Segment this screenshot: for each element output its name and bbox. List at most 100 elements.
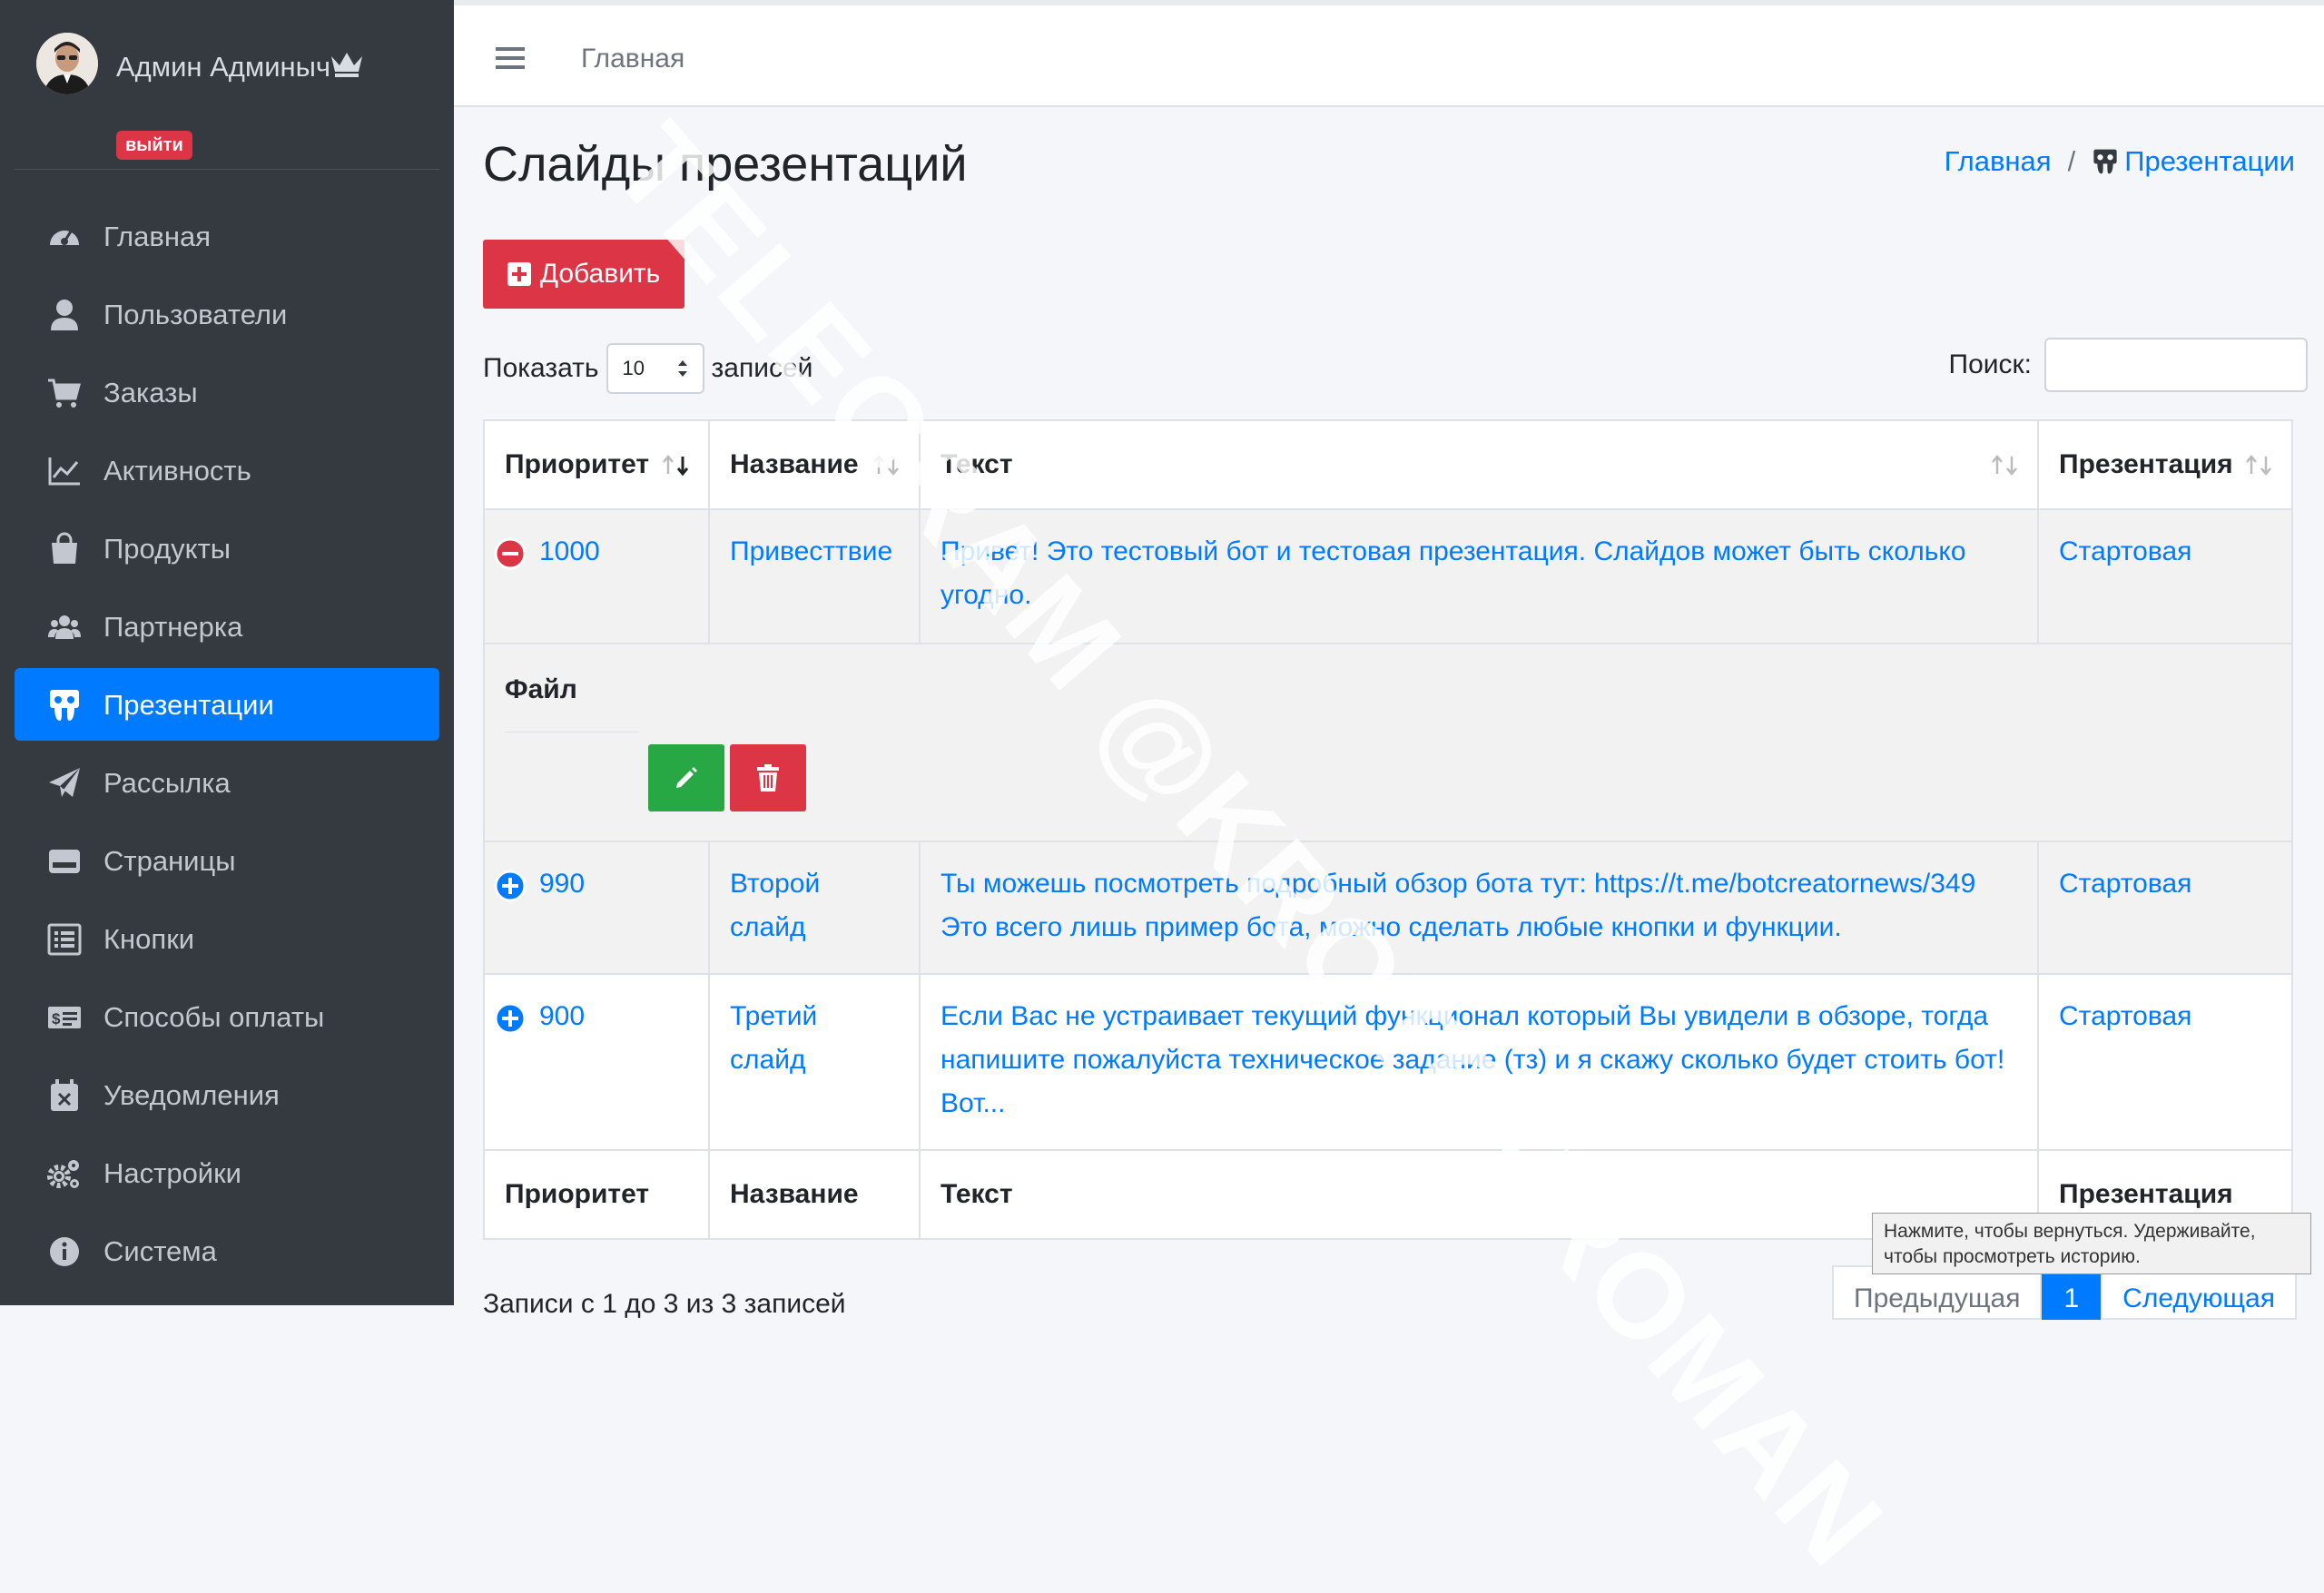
slide-text[interactable]: Привет! Это тестовый бот и тестовая през… (940, 536, 1966, 610)
search-control: Поиск: (1949, 338, 2308, 392)
slide-text[interactable]: Ты можешь посмотреть подробный обзор бот… (940, 869, 1975, 942)
cell-text: Если Вас не устраивает текущий функциона… (919, 973, 2039, 1151)
cell-name: Привесттвие (708, 508, 921, 644)
collapse-row-icon[interactable] (494, 537, 527, 570)
paper-plane-icon (49, 768, 80, 797)
table-row[interactable]: 990 Второй слайд Ты можешь посмотреть по… (483, 841, 2293, 975)
sidebar-item-orders[interactable]: Заказы (15, 356, 439, 428)
cogs-icon (47, 1160, 79, 1188)
sidebar-item-mailing[interactable]: Рассылка (15, 746, 439, 819)
priority-value: 1000 (539, 536, 600, 566)
sidebar-item-label: Продукты (103, 533, 231, 565)
breadcrumb-current-label[interactable]: Презентации (2124, 145, 2295, 178)
add-button-label: Добавить (539, 259, 661, 289)
length-prefix: Показать (483, 353, 599, 383)
add-button[interactable]: Добавить (483, 240, 684, 309)
slide-name[interactable]: Привесттвие (730, 536, 892, 566)
expand-row-icon[interactable] (494, 1002, 527, 1035)
sidebar-item-home[interactable]: Главная (15, 200, 439, 272)
list-icon (47, 923, 82, 956)
sidebar-item-partners[interactable]: Партнерка (15, 590, 439, 663)
cell-name: Третий слайд (708, 973, 921, 1151)
topbar: Главная (454, 0, 2324, 107)
col-header-presentation[interactable]: Презентация (2037, 419, 2293, 510)
priority-value: 900 (539, 1001, 586, 1031)
col-header-name[interactable]: Название (708, 419, 921, 510)
slide-name[interactable]: Второй слайд (730, 869, 820, 942)
slide-presentation[interactable]: Стартовая (2059, 869, 2191, 899)
table-row[interactable]: 900 Третий слайд Если Вас не устраивает … (483, 973, 2293, 1151)
col-header-label: Текст (940, 449, 1013, 479)
col-footer-name: Название (708, 1149, 921, 1240)
details-divider (505, 732, 639, 733)
sort-desc-icon (663, 455, 689, 477)
slideshare-icon (50, 690, 79, 721)
sidebar-item-system[interactable]: Система (15, 1214, 439, 1287)
logout-button[interactable]: выйти (116, 131, 192, 160)
cell-priority[interactable]: 990 (483, 841, 710, 975)
table-row[interactable]: 1000 Привесттвие Привет! Это тестовый бо… (483, 508, 2293, 644)
length-suffix: записей (711, 353, 813, 383)
sidebar-item-pages[interactable]: Страницы (15, 824, 439, 897)
page-length-select[interactable]: 10 (606, 343, 704, 394)
sidebar-item-settings[interactable]: Настройки (15, 1136, 439, 1209)
slideshare-icon (2093, 149, 2117, 174)
sidebar-item-label: Настройки (103, 1157, 242, 1189)
expand-row-icon[interactable] (494, 870, 527, 902)
cell-priority[interactable]: 900 (483, 973, 710, 1151)
sort-icon (1992, 455, 2017, 476)
user-name: Админ Админыч (116, 51, 331, 83)
calendar-icon (51, 1079, 78, 1111)
table-info: Записи с 1 до 3 из 3 записей (483, 1289, 846, 1319)
avatar[interactable] (36, 33, 98, 94)
sidebar-item-payment-methods[interactable]: $ Способы оплаты (15, 980, 439, 1053)
tooltip-line: Нажмите, чтобы вернуться. Удерживайте, (1884, 1221, 2256, 1242)
table-row-details: Файл (483, 643, 2293, 842)
col-header-label: Приоритет (505, 449, 650, 479)
cell-priority[interactable]: 1000 (483, 508, 710, 644)
sidebar-item-activity[interactable]: Активность (15, 434, 439, 506)
slide-presentation[interactable]: Стартовая (2059, 536, 2191, 566)
sidebar-item-label: Рассылка (103, 767, 231, 799)
col-header-priority[interactable]: Приоритет (483, 419, 710, 510)
info-icon (50, 1237, 79, 1266)
sidebar-item-notifications[interactable]: Уведомления (15, 1058, 439, 1131)
col-header-text[interactable]: Текст (919, 419, 2039, 510)
breadcrumb-current[interactable]: Презентации (2092, 145, 2295, 178)
chart-line-icon (48, 457, 80, 486)
breadcrumb-home[interactable]: Главная (1945, 145, 2052, 178)
slide-presentation[interactable]: Стартовая (2059, 1001, 2191, 1031)
page-title: Слайды презентаций (483, 137, 968, 192)
sidebar-item-presentations[interactable]: Презентации (15, 668, 439, 741)
col-header-label: Название (730, 449, 859, 479)
slide-name[interactable]: Третий слайд (730, 1001, 817, 1075)
col-footer-text: Текст (919, 1149, 2039, 1240)
select-arrows-icon (677, 360, 687, 377)
cell-presentation: Стартовая (2037, 973, 2293, 1151)
slide-text[interactable]: Если Вас не устраивает текущий функциона… (940, 1001, 2004, 1118)
col-footer-priority: Приоритет (483, 1149, 710, 1240)
pencil-icon (676, 767, 697, 788)
edit-button[interactable] (648, 744, 724, 811)
delete-button[interactable] (730, 744, 806, 811)
page-icon (49, 850, 80, 873)
cell-presentation: Стартовая (2037, 841, 2293, 975)
plus-square-icon (507, 262, 531, 286)
sidebar-item-label: Способы оплаты (103, 1001, 325, 1033)
svg-text:$: $ (52, 1010, 61, 1028)
search-input[interactable] (2044, 338, 2308, 392)
sidebar-item-label: Презентации (103, 689, 274, 721)
sidebar-item-label: Главная (103, 221, 211, 252)
sort-icon (873, 455, 899, 476)
trash-icon (757, 764, 779, 792)
topbar-home-link[interactable]: Главная (581, 44, 684, 74)
sidebar-item-buttons[interactable]: Кнопки (15, 902, 439, 975)
sidebar-item-products[interactable]: Продукты (15, 512, 439, 585)
sidebar-divider (15, 169, 439, 170)
sidebar-item-users[interactable]: Пользователи (15, 278, 439, 350)
cell-text: Ты можешь посмотреть подробный обзор бот… (919, 841, 2039, 975)
cart-icon (48, 379, 81, 408)
dashboard-icon (50, 231, 79, 245)
sidebar-item-label: Уведомления (103, 1079, 280, 1111)
menu-toggle-icon[interactable] (496, 45, 525, 75)
